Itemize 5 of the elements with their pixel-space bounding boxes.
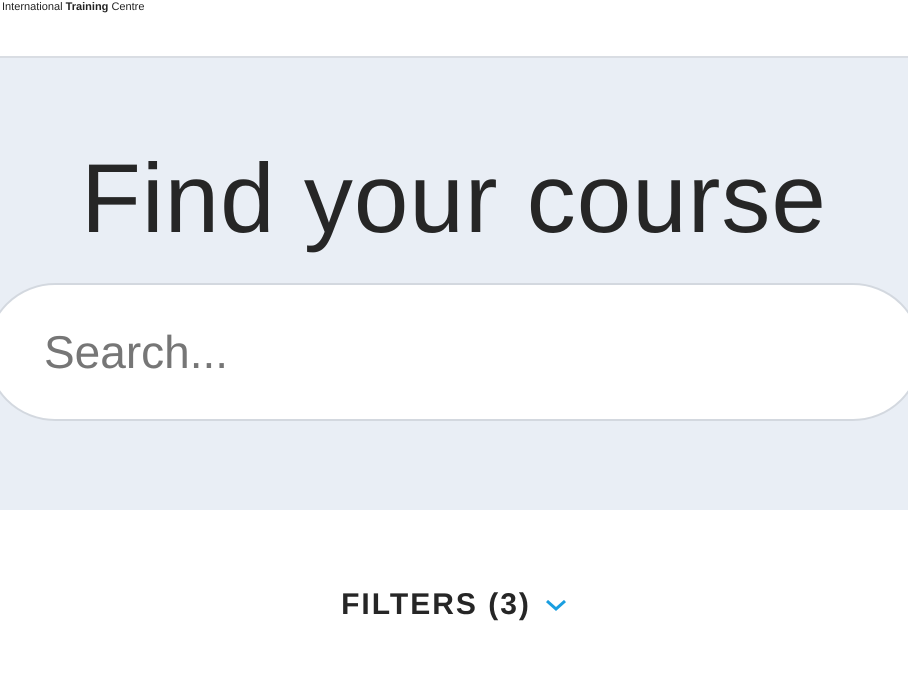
logo-text: International Training Centre xyxy=(1,1,144,14)
chevron-icon xyxy=(544,598,567,612)
search-field[interactable]: Search... xyxy=(0,282,908,421)
page-title: Find your course xyxy=(81,142,827,255)
filters-button[interactable]: FILTERS (3) xyxy=(335,584,573,626)
